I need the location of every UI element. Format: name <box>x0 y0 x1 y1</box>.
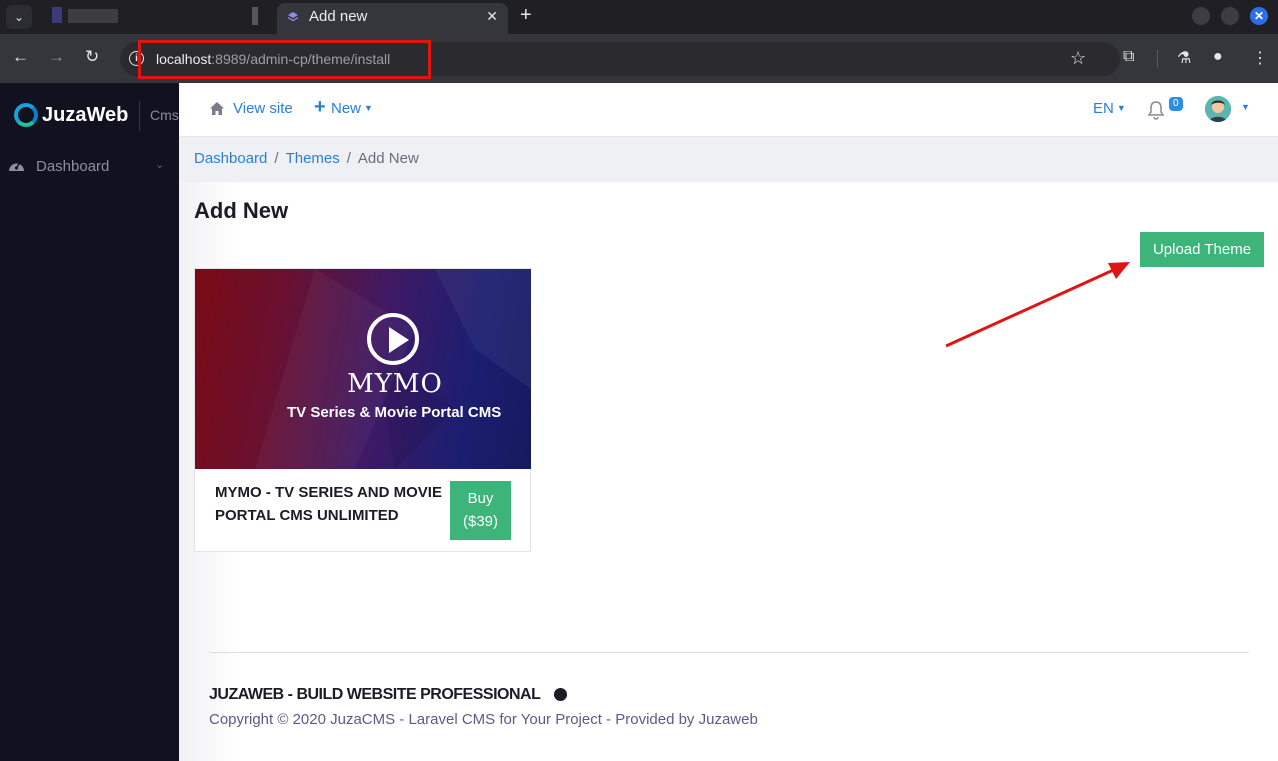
browser-tab-inactive[interactable] <box>40 5 270 29</box>
top-navbar: View site + New ▼ EN ▼ 0 ▼ <box>179 83 1278 137</box>
url-annotation-box <box>138 40 431 79</box>
caret-down-icon: ▼ <box>364 103 373 113</box>
back-arrow-icon[interactable]: ← <box>12 47 29 67</box>
plus-icon: + <box>314 96 326 118</box>
buy-button[interactable]: Buy ($39) <box>450 481 511 540</box>
toolbar-separator <box>1157 50 1158 68</box>
play-circle-icon <box>367 313 419 365</box>
logo[interactable]: JuzaWeb <box>14 103 128 127</box>
browser-tab-bar: ⌄ Add new ✕ + ✕ <box>0 0 1278 34</box>
chevron-down-icon: ⌄ <box>155 159 165 171</box>
tab-favicon-blurred <box>52 7 62 23</box>
forward-arrow-icon[interactable]: → <box>48 47 65 67</box>
breadcrumb-themes[interactable]: Themes <box>286 150 340 167</box>
bell-icon[interactable] <box>1147 100 1165 120</box>
sidebar: JuzaWeb Cms Dashboard ⌄ <box>0 83 179 761</box>
caret-down-icon[interactable]: ▼ <box>1241 102 1250 112</box>
breadcrumb-bar: Dashboard / Themes / Add New <box>179 137 1278 182</box>
reload-icon[interactable]: ↻ <box>85 47 99 67</box>
tab-close-icon[interactable]: ✕ <box>486 8 498 25</box>
caret-down-icon: ▼ <box>1116 103 1126 113</box>
thumbnail-title: MYMO <box>347 369 443 399</box>
footer-dot-icon <box>554 688 567 701</box>
maximize-button[interactable] <box>1221 7 1239 25</box>
new-dropdown[interactable]: New ▼ <box>331 100 373 117</box>
profile-icon[interactable]: ● <box>1213 48 1223 66</box>
footer-copyright: Copyright © 2020 JuzaCMS - Laravel CMS f… <box>209 711 758 728</box>
breadcrumb-current: Add New <box>357 150 419 167</box>
menu-kebab-icon[interactable]: ⋮ <box>1252 48 1268 68</box>
extensions-icon[interactable]: ⧉ <box>1123 48 1134 66</box>
theme-thumbnail[interactable]: MYMO TV Series & Movie Portal CMS <box>195 269 531 469</box>
breadcrumb-separator: / <box>274 150 279 167</box>
upload-theme-button[interactable]: Upload Theme <box>1140 232 1264 267</box>
labs-flask-icon[interactable]: ⚗ <box>1177 48 1191 68</box>
tab-search-button[interactable]: ⌄ <box>6 5 32 29</box>
logo-text: JuzaWeb <box>42 103 129 126</box>
tab-title: Add new <box>309 8 368 25</box>
view-site-link[interactable]: View site <box>233 100 293 117</box>
sidebar-item-label: Dashboard <box>36 158 110 175</box>
language-dropdown[interactable]: EN ▼ <box>1093 100 1126 117</box>
home-icon <box>210 102 224 115</box>
tab-title-blurred <box>68 9 118 23</box>
footer-divider <box>209 652 1249 653</box>
breadcrumb: Dashboard / Themes / Add New <box>194 150 419 167</box>
tachometer-icon <box>9 162 24 171</box>
logo-divider <box>139 101 140 131</box>
minimize-button[interactable] <box>1192 7 1210 25</box>
layers-icon <box>287 12 299 22</box>
window-close-button[interactable]: ✕ <box>1250 7 1268 25</box>
theme-card: MYMO TV Series & Movie Portal CMS MYMO -… <box>194 268 531 552</box>
notification-badge: 0 <box>1169 97 1183 111</box>
brand-suffix: Cms <box>150 107 179 123</box>
page-title: Add New <box>194 198 289 223</box>
footer-brand: JUZAWEB - BUILD WEBSITE PROFESSIONAL <box>209 686 541 703</box>
bookmark-star-icon[interactable]: ☆ <box>1070 48 1086 69</box>
theme-name: MYMO - TV SERIES AND MOVIE PORTAL CMS UN… <box>215 484 442 524</box>
thumbnail-subtitle: TV Series & Movie Portal CMS <box>287 404 502 421</box>
breadcrumb-separator: / <box>346 150 351 167</box>
breadcrumb-dashboard[interactable]: Dashboard <box>194 150 267 167</box>
tab-separator <box>252 7 258 25</box>
annotation-arrow <box>945 262 1130 348</box>
browser-tab-active[interactable]: Add new ✕ <box>277 3 508 34</box>
new-tab-button[interactable]: + <box>520 4 532 27</box>
avatar-image <box>1205 96 1231 122</box>
avatar[interactable] <box>1205 96 1231 122</box>
sidebar-item-dashboard[interactable]: Dashboard ⌄ <box>0 153 179 181</box>
logo-ring-icon <box>14 103 38 127</box>
